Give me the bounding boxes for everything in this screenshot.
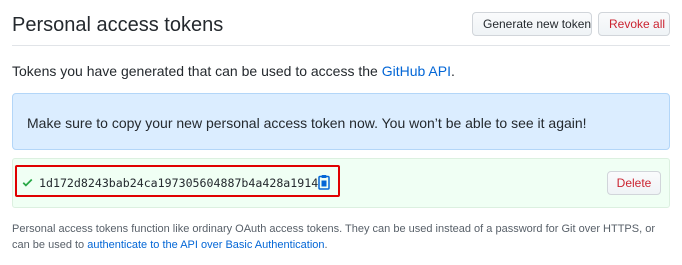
intro-text: Tokens you have generated that can be us… [12,62,455,80]
intro-text-body: Tokens you have generated that can be us… [12,63,382,79]
github-api-link[interactable]: GitHub API [382,63,451,79]
clipboard-icon[interactable] [318,174,330,190]
new-token-row: 1d172d8243bab24ca197305604887b4a428a1914… [12,158,670,208]
page: Personal access tokens Generate new toke… [0,0,682,265]
footnote: Personal access tokens function like ord… [12,221,672,253]
copy-token-notice-text: Make sure to copy your new personal acce… [27,115,587,131]
intro-text-suffix: . [450,63,455,79]
copy-token-notice: Make sure to copy your new personal acce… [12,93,670,150]
page-title: Personal access tokens [12,14,224,36]
footnote-suffix: . [324,239,328,251]
generate-new-token-button[interactable]: Generate new token [472,12,592,36]
token-value[interactable]: 1d172d8243bab24ca197305604887b4a428a1914 [39,175,318,191]
basic-auth-link[interactable]: authenticate to the API over Basic Authe… [87,239,324,251]
check-icon [21,176,34,189]
page-header: Personal access tokens Generate new toke… [12,0,670,46]
delete-token-button[interactable]: Delete [607,171,661,195]
revoke-all-button[interactable]: Revoke all [598,12,670,36]
